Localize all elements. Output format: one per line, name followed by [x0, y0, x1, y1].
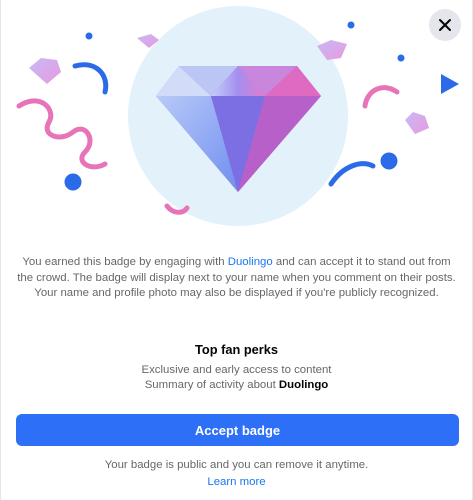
badge-description: You earned this badge by engaging with D… [15, 255, 458, 302]
badge-hero-illustration [1, 0, 472, 235]
confetti-illustration [16, 6, 459, 226]
brand-link[interactable]: Duolingo [228, 256, 273, 268]
perk-item-brand: Duolingo [278, 379, 329, 391]
perk-item-exclusive-access: Exclusive and early access to content [141, 364, 332, 376]
accept-badge-button[interactable]: Accept badge [16, 414, 459, 446]
perks-title: Top fan perks [195, 342, 278, 357]
perk-item-prefix: Summary of activity about [144, 379, 279, 391]
learn-more-link[interactable]: Learn more [1, 476, 472, 488]
close-icon [439, 19, 451, 31]
top-fan-perks: Top fan perks Exclusive and early access… [1, 342, 472, 393]
public-note: Your badge is public and you can remove … [104, 459, 369, 471]
top-fan-badge-dialog: You earned this badge by engaging with D… [0, 0, 473, 500]
perk-item-activity-summary: Summary of activity about Duolingo [1, 378, 472, 393]
description-text-part1: You earned this badge by engaging with [22, 256, 228, 268]
close-button[interactable] [429, 9, 461, 41]
